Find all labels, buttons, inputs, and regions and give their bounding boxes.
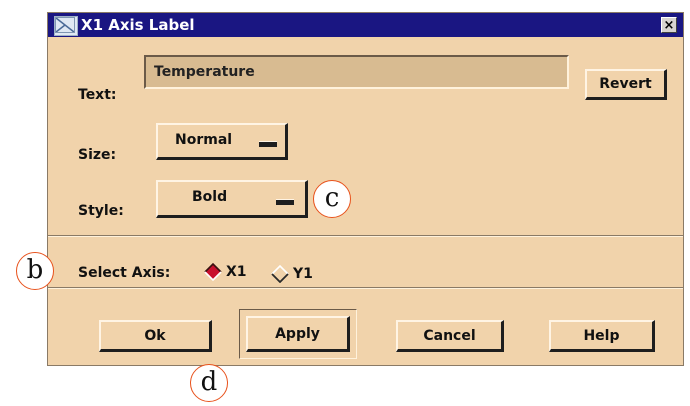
radio-x1[interactable]: X1 xyxy=(204,262,260,283)
option-menu-indicator-icon xyxy=(259,141,277,147)
style-option-menu[interactable]: Bold xyxy=(156,180,308,218)
radio-y1-label: Y1 xyxy=(293,266,313,282)
radio-y1[interactable]: Y1 xyxy=(271,264,327,285)
cancel-button[interactable]: Cancel xyxy=(396,320,504,352)
apply-button-label: Apply xyxy=(275,326,320,342)
text-label: Text: xyxy=(78,87,117,103)
cancel-button-label: Cancel xyxy=(423,328,476,344)
separator xyxy=(48,287,683,289)
ok-button-label: Ok xyxy=(144,328,166,344)
style-option-value: Bold xyxy=(192,189,228,205)
size-label: Size: xyxy=(78,147,117,163)
apply-button[interactable]: Apply xyxy=(246,316,350,352)
callout-d: d xyxy=(190,364,228,402)
help-button-label: Help xyxy=(583,328,620,344)
window-title: X1 Axis Label xyxy=(81,16,195,34)
help-button[interactable]: Help xyxy=(549,320,655,352)
radio-x1-label: X1 xyxy=(226,264,247,280)
separator xyxy=(48,235,683,237)
ok-button[interactable]: Ok xyxy=(99,320,212,352)
axis-label-dialog: X1 Axis Label × Text: Temperature Revert… xyxy=(47,12,684,366)
select-axis-label: Select Axis: xyxy=(78,265,171,281)
revert-button-label: Revert xyxy=(599,76,652,92)
close-icon[interactable]: × xyxy=(661,17,677,33)
style-label: Style: xyxy=(78,203,124,219)
title-bar[interactable]: X1 Axis Label × xyxy=(48,13,683,37)
revert-button[interactable]: Revert xyxy=(585,69,667,100)
size-option-value: Normal xyxy=(175,132,233,148)
callout-c: c xyxy=(313,180,351,218)
size-option-menu[interactable]: Normal xyxy=(156,123,288,160)
option-menu-indicator-icon xyxy=(276,199,294,205)
diamond-radio-icon xyxy=(204,262,222,282)
text-input-value: Temperature xyxy=(154,64,255,80)
diamond-radio-icon xyxy=(271,264,289,284)
window-icon[interactable] xyxy=(54,16,78,36)
text-input[interactable]: Temperature xyxy=(144,55,569,89)
callout-b: b xyxy=(16,252,54,290)
